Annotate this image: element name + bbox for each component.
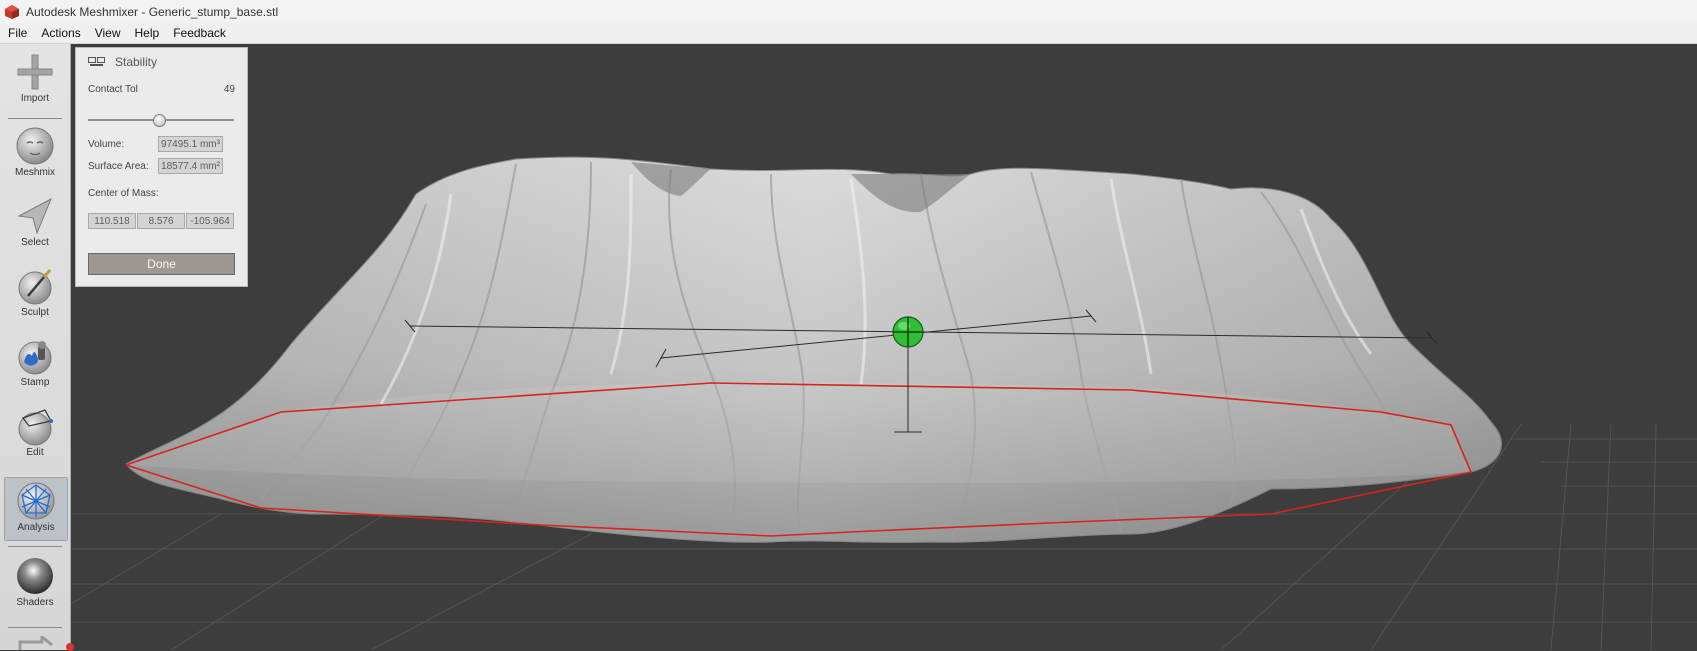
panel-header: Stability <box>76 48 247 76</box>
center-of-mass-row: 110.518 8.576 -105.964 <box>88 213 235 229</box>
menu-feedback[interactable]: Feedback <box>166 23 233 43</box>
tool-label-sculpt: Sculpt <box>21 307 49 318</box>
sculpt-brush-icon <box>18 269 52 305</box>
done-button[interactable]: Done <box>88 253 235 275</box>
center-of-mass-marker[interactable] <box>892 316 924 348</box>
meshmixer-logo-icon <box>5 4 19 19</box>
meshmix-face-icon <box>16 127 54 165</box>
menu-bar: File Actions View Help Feedback <box>0 23 1697 44</box>
contact-tol-label: Contact Tol <box>88 84 138 95</box>
tool-shaders[interactable]: Shaders <box>4 556 66 608</box>
tool-meshmix[interactable]: Meshmix <box>4 126 66 178</box>
panel-title: Stability <box>115 55 158 69</box>
surface-area-field: 18577.4 mm² <box>158 158 223 174</box>
title-bar: Autodesk Meshmixer - Generic_stump_base.… <box>0 0 1697 23</box>
export-arrow-icon[interactable] <box>16 636 56 650</box>
3d-viewport[interactable] <box>71 44 1697 650</box>
tool-label-analysis: Analysis <box>17 522 55 533</box>
tool-label-import: Import <box>20 93 50 104</box>
menu-file[interactable]: File <box>0 23 34 43</box>
center-of-mass-label-row: Center of Mass: <box>88 188 235 199</box>
com-x-field: 110.518 <box>88 213 136 229</box>
center-of-mass-label: Center of Mass: <box>88 188 159 199</box>
com-z-field: -105.964 <box>186 213 234 229</box>
contact-tol-value: 49 <box>223 84 235 95</box>
plus-icon <box>17 54 53 90</box>
menu-help[interactable]: Help <box>128 23 167 43</box>
tool-stamp[interactable]: Stamp <box>4 336 66 388</box>
menu-actions[interactable]: Actions <box>34 23 87 43</box>
tool-label-select: Select <box>21 237 49 248</box>
tool-label-shaders: Shaders <box>16 597 54 608</box>
tool-select[interactable]: Select <box>4 196 66 248</box>
shader-ball-icon <box>17 558 53 594</box>
stability-panel: Stability Contact Tol 49 Volume: 97495.1… <box>75 47 248 287</box>
tool-analysis[interactable]: Analysis <box>4 477 68 541</box>
window-title: Autodesk Meshmixer - Generic_stump_base.… <box>26 4 279 19</box>
stability-icon <box>88 57 105 66</box>
com-y-field: 8.576 <box>137 213 185 229</box>
edit-sphere-icon <box>18 409 53 446</box>
volume-row: Volume: 97495.1 mm³ <box>88 136 235 152</box>
toolbar-divider <box>8 627 62 628</box>
tool-label-stamp: Stamp <box>20 377 50 388</box>
surface-area-row: Surface Area: 18577.4 mm² <box>88 158 235 174</box>
contact-tol-slider-thumb[interactable] <box>153 114 167 127</box>
volume-field: 97495.1 mm³ <box>158 136 223 152</box>
volume-label: Volume: <box>88 138 125 150</box>
tool-label-meshmix: Meshmix <box>14 167 55 178</box>
tool-edit[interactable]: Edit <box>4 406 66 458</box>
menu-view[interactable]: View <box>88 23 128 43</box>
left-toolbar: Import Meshmix Select Sculpt Stamp Edit … <box>0 44 71 650</box>
tool-label-edit: Edit <box>26 447 44 458</box>
contact-tol-row: Contact Tol 49 <box>88 84 235 95</box>
tool-import[interactable]: Import <box>4 52 66 104</box>
surface-area-label: Surface Area: <box>88 160 149 172</box>
select-arrow-icon <box>17 197 52 235</box>
scene[interactable] <box>71 44 1697 650</box>
toolbar-divider <box>8 546 62 547</box>
toolbar-divider <box>8 118 62 119</box>
stamp-icon <box>18 341 52 375</box>
analysis-globe-icon <box>17 482 55 520</box>
tool-sculpt[interactable]: Sculpt <box>4 266 66 318</box>
